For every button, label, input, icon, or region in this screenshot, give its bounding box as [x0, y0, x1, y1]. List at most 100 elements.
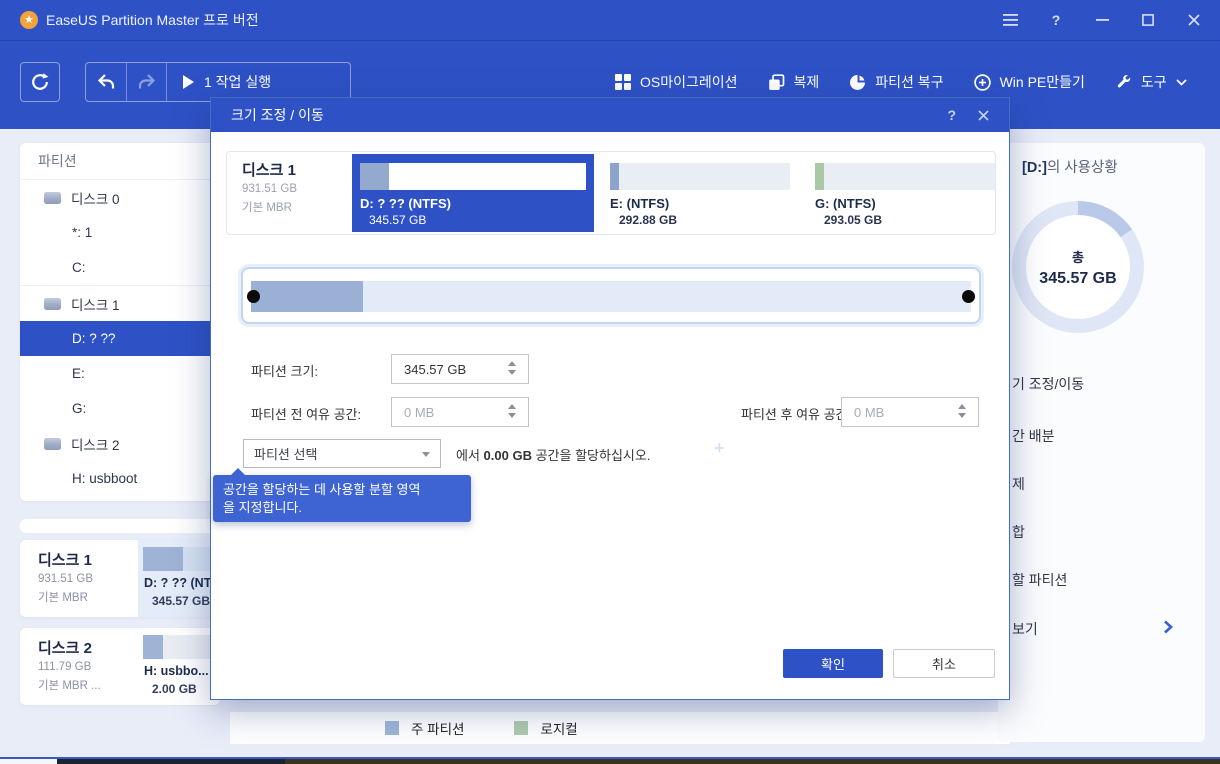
sidebar-item-label: G: — [72, 401, 86, 416]
partition-size-label: 파티션 크기: — [251, 361, 318, 380]
space-before-value: 0 MB — [404, 405, 434, 420]
primary-partition-swatch — [385, 721, 399, 735]
tooltip-line2: 을 지정합니다. — [223, 499, 461, 517]
toolbar-item-tools[interactable]: 도구 — [1100, 62, 1202, 102]
desktop-sliver — [57, 759, 285, 764]
partition-block-e[interactable]: E: (NTFS) 292.88 GB — [602, 154, 798, 232]
disk-map: 디스크 1 931.51 GB 기본 MBR D: ? ?? (NTFS) 34… — [226, 151, 996, 235]
disk-icon — [44, 438, 61, 450]
easeus-logo-icon: ★ — [20, 11, 38, 29]
slider-right-handle[interactable] — [962, 290, 975, 303]
chevron-down-icon — [1176, 79, 1187, 86]
partition-size: 2.00 GB — [152, 682, 197, 696]
legend-bar: 주 파티션 로지컬 — [230, 712, 1010, 744]
redo-button[interactable] — [126, 63, 166, 101]
titlebar: ★ EaseUS Partition Master 프로 버전 ? — [0, 0, 1220, 40]
partition-block-d[interactable]: D: ? ?? (NTFS) 345.57 GB — [352, 154, 594, 232]
partition-cell[interactable]: D: ? ?? (NT 345.57 GB — [138, 540, 220, 617]
legend-label: 주 파티션 — [411, 718, 464, 738]
toolbar-item-label: Win PE만들기 — [1000, 72, 1085, 92]
hamburger-menu-icon[interactable] — [1002, 12, 1018, 28]
grid-icon — [615, 74, 631, 90]
space-before-input[interactable]: 0 MB — [391, 397, 529, 427]
panel-item-resize[interactable]: 기 조정/이동 — [1012, 374, 1084, 394]
toolbar-item-label: OS마이그레이션 — [640, 72, 738, 92]
used-space-segment — [360, 163, 389, 190]
panel-item-more[interactable]: 보기 — [1012, 619, 1038, 639]
slider-left-handle[interactable] — [247, 290, 260, 303]
copy-icon — [768, 74, 785, 91]
toolbar-item-partition-recovery[interactable]: 파티션 복구 — [834, 62, 958, 102]
disk-size: 931.51 GB — [242, 183, 297, 195]
partition-size: 293.05 GB — [824, 213, 882, 227]
resize-slider[interactable] — [241, 267, 981, 324]
spinner-arrows-icon[interactable] — [508, 361, 516, 375]
spinner-arrows-icon[interactable] — [508, 404, 516, 418]
maximize-icon[interactable] — [1140, 12, 1156, 28]
used-space-segment — [815, 163, 824, 190]
sidebar-item-disk1[interactable]: 디스크 1 — [20, 286, 220, 321]
undo-button[interactable] — [86, 63, 126, 101]
partition-label: E: (NTFS) — [610, 196, 669, 211]
ok-button[interactable]: 확인 — [783, 649, 883, 678]
minimize-icon[interactable] — [1094, 12, 1110, 28]
execute-operations-button[interactable]: 1 작업 실행 — [166, 63, 350, 101]
space-after-label: 파티션 후 여유 공간: — [741, 404, 851, 423]
partition-block-g[interactable]: G: (NTFS) 293.05 GB — [807, 154, 1003, 232]
undo-icon — [96, 73, 116, 91]
sidebar-item-h[interactable]: H: usbboot — [20, 461, 220, 496]
sidebar-item-star1[interactable]: *: 1 — [20, 215, 220, 250]
spinner-arrows-icon[interactable] — [958, 404, 966, 418]
plus-icon[interactable]: + — [714, 438, 725, 459]
sidebar-item-disk0[interactable]: 디스크 0 — [20, 180, 220, 215]
partition-tree-panel: 파티션 디스크 0 *: 1 C: 디스크 1 D: ? ?? E: G: 디스… — [20, 143, 220, 501]
partition-label: D: ? ?? (NT — [144, 576, 211, 590]
usage-title-suffix: 의 사용상황 — [1047, 160, 1118, 176]
resize-move-dialog: 크기 조정 / 이동 ? 디스크 1 931.51 GB 기본 MBR D: ?… — [210, 97, 1010, 700]
donut-center-text: 총 345.57 GB — [1012, 201, 1144, 333]
panel-item-merge[interactable]: 합 — [1012, 522, 1025, 542]
sidebar-item-disk2[interactable]: 디스크 2 — [20, 426, 220, 461]
disk-type: 기본 MBR ... — [38, 677, 101, 693]
partition-select-dropdown[interactable]: 파티션 선택 — [243, 439, 441, 468]
partition-bar — [610, 163, 790, 190]
dialog-close-icon[interactable] — [978, 110, 989, 121]
cancel-button[interactable]: 취소 — [893, 649, 995, 678]
sidebar-item-d-selected[interactable]: D: ? ?? — [20, 321, 220, 356]
dialog-help-icon[interactable]: ? — [947, 107, 956, 123]
partial-card-edge — [20, 519, 220, 533]
sidebar-item-label: 디스크 2 — [71, 434, 120, 454]
partition-cell[interactable]: H: usbbo... 2.00 GB — [138, 628, 220, 705]
sidebar-item-label: *: 1 — [72, 225, 92, 240]
disk-icon — [44, 298, 61, 310]
disk-card-2[interactable]: 디스크 2 111.79 GB 기본 MBR ... H: usbbo... 2… — [20, 628, 220, 705]
close-icon[interactable] — [1186, 12, 1202, 28]
refresh-button[interactable] — [20, 62, 60, 102]
toolbar-item-winpe[interactable]: Win PE만들기 — [959, 62, 1100, 102]
toolbar-item-clone[interactable]: 복제 — [753, 62, 835, 102]
disk-card-1[interactable]: 디스크 1 931.51 GB 기본 MBR D: ? ?? (NT 345.5… — [20, 540, 220, 617]
sidebar-item-label: 디스크 1 — [71, 294, 120, 314]
dropdown-tooltip: 공간을 할당하는 데 사용할 분할 영역 을 지정합니다. — [213, 475, 471, 522]
help-icon[interactable]: ? — [1048, 12, 1064, 28]
sidebar-item-c[interactable]: C: — [20, 250, 220, 285]
partition-size-input[interactable]: 345.57 GB — [391, 354, 529, 384]
donut-total-value: 345.57 GB — [1039, 270, 1116, 288]
panel-item-clone[interactable]: 제 — [1012, 474, 1025, 494]
panel-item-allocate[interactable]: 간 배분 — [1012, 426, 1055, 446]
redo-icon — [137, 73, 157, 91]
disk-type: 기본 MBR — [242, 199, 292, 215]
panel-item-split[interactable]: 할 파티션 — [1012, 570, 1067, 590]
sidebar-item-e[interactable]: E: — [20, 356, 220, 391]
used-space-segment — [143, 547, 183, 571]
refresh-icon — [30, 72, 50, 92]
slider-used-segment — [251, 281, 363, 312]
allocate-space-text: 에서 0.00 GB 공간을 할당하십시오. — [456, 445, 650, 464]
toolbar-item-os-migration[interactable]: OS마이그레이션 — [600, 62, 753, 102]
sidebar-item-g[interactable]: G: — [20, 391, 220, 426]
space-after-input[interactable]: 0 MB — [841, 397, 979, 427]
used-space-segment — [143, 635, 163, 659]
space-before-label: 파티션 전 여유 공간: — [251, 404, 361, 423]
partition-label: G: (NTFS) — [815, 196, 876, 211]
chevron-right-icon[interactable] — [1163, 620, 1173, 634]
